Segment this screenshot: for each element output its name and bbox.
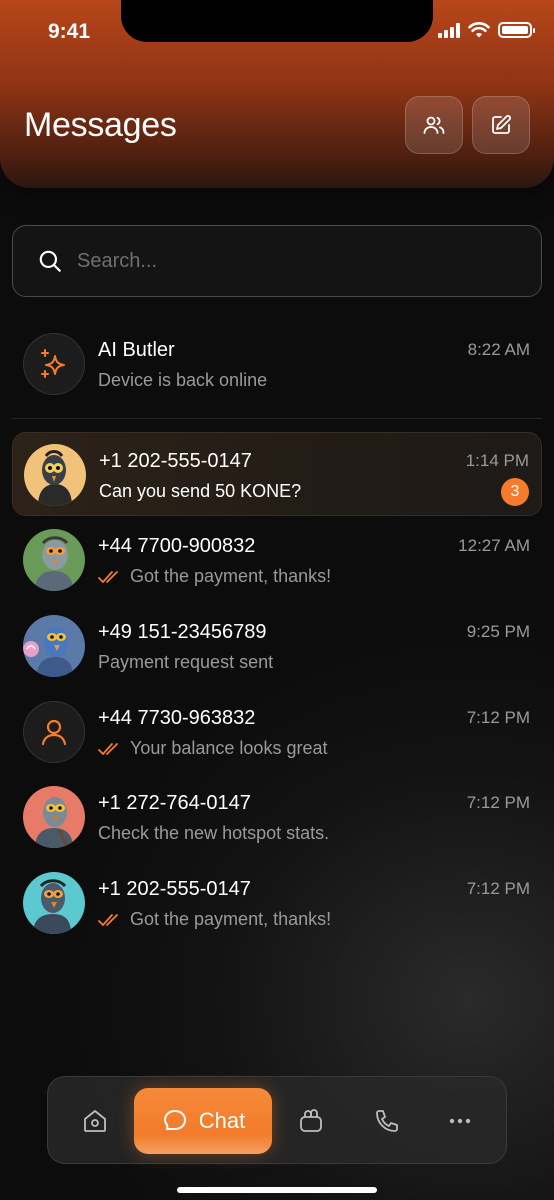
phone-icon [376,1110,398,1132]
preview-text: Device is back online [98,370,268,390]
compose-button[interactable] [472,96,530,154]
divider [12,418,542,419]
chat-preview: Payment request sent [98,652,273,673]
status-icons [438,22,535,38]
chat-icon [163,1110,186,1130]
chat-item[interactable]: +44 7730-963832 Your balance looks great… [12,690,542,774]
chat-time: 1:14 PM [465,451,529,470]
chat-time: 9:25 PM [466,622,530,641]
chat-time: 7:12 PM [466,708,530,727]
preview-text: Got the payment, thanks! [130,566,332,586]
avatar [23,333,85,395]
wallet-icon [300,1109,322,1132]
contacts-button[interactable] [405,96,463,154]
home-indicator [177,1187,377,1193]
search-bar[interactable] [12,225,542,297]
home-icon [84,1110,106,1132]
double-check-icon [98,742,122,756]
chat-item[interactable]: +49 151-23456789 Payment request sent 9:… [12,604,542,688]
chat-name: +1 202-555-0147 [98,878,251,900]
chat-name: +49 151-23456789 [98,621,267,643]
chat-preview: Your balance looks great [98,738,327,759]
users-icon [423,116,445,134]
pigeon-avatar-green [23,529,85,591]
chat-item-ai-butler[interactable]: AI Butler Device is back online 8:22 AM [12,322,542,406]
wifi-icon [468,22,490,38]
chat-name: AI Butler [98,339,175,361]
chat-name: +1 272-764-0147 [98,792,251,814]
preview-text: Payment request sent [98,652,274,672]
pigeon-avatar-blue [23,615,85,677]
avatar [23,701,85,763]
chat-item[interactable]: +44 7700-900832 Got the payment, thanks!… [12,518,542,602]
chat-name: +44 7700-900832 [98,535,256,557]
chat-preview: Device is back online [98,370,267,391]
preview-text: Got the payment, thanks! [130,909,332,929]
bottom-nav: Chat [47,1076,507,1164]
more-icon [449,1118,471,1124]
unread-badge: 3 [501,478,529,506]
chat-item[interactable]: +1 272-764-0147 Check the new hotspot st… [12,775,542,859]
preview-text: Check the new hotspot stats. [98,823,330,843]
preview-text: Can you send 50 KONE? [99,481,302,501]
chat-time: 12:27 AM [458,536,530,555]
nav-chat-label: Chat [198,1108,246,1133]
chat-time: 7:12 PM [466,793,530,812]
device-notch [121,0,433,42]
nav-home[interactable] [64,1089,126,1153]
chat-item[interactable]: +1 202-555-0147 Got the payment, thanks!… [12,861,542,945]
chat-preview: Check the new hotspot stats. [98,823,329,844]
header: 9:41 Messages [0,0,554,188]
nav-calls[interactable] [356,1089,418,1153]
preview-text: Your balance looks great [130,738,328,758]
signal-icon [438,22,460,38]
nav-wallet[interactable] [280,1089,342,1153]
nav-more[interactable] [429,1089,491,1153]
chat-preview: Got the payment, thanks! [98,909,331,930]
compose-icon [492,115,511,134]
user-icon [41,719,67,746]
chat-name: +1 202-555-0147 [99,450,252,472]
battery-icon [498,22,535,38]
sparkle-icon [41,349,65,378]
nav-chat[interactable]: Chat [134,1088,272,1154]
pigeon-avatar-cyan [23,872,85,934]
search-icon [39,250,61,272]
pigeon-avatar-coral [23,786,85,848]
page-title: Messages [24,106,177,144]
double-check-icon [98,913,122,927]
double-check-icon [98,570,122,584]
chat-preview: Got the payment, thanks! [98,566,331,587]
chat-time: 8:22 AM [467,340,530,359]
pigeon-avatar-yellow [24,444,86,506]
chat-name: +44 7730-963832 [98,707,256,729]
chat-preview: Can you send 50 KONE? [99,481,301,502]
search-input[interactable] [77,249,497,273]
chat-item-active[interactable]: +1 202-555-0147 Can you send 50 KONE? 1:… [12,432,542,516]
messages-screen: 9:41 Messages Search... AI Butler Device… [0,0,554,1200]
status-time: 9:41 [48,20,91,43]
chat-time: 7:12 PM [466,879,530,898]
